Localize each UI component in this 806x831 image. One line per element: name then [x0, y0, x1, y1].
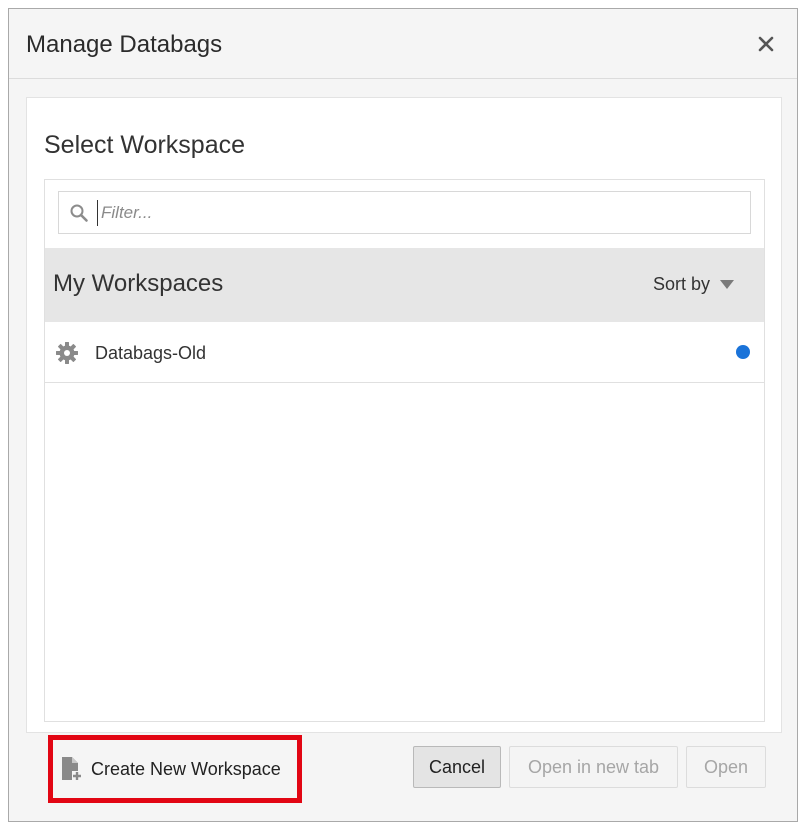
filter-input[interactable]	[97, 200, 737, 226]
cancel-button[interactable]: Cancel	[413, 746, 501, 788]
gear-icon	[56, 342, 78, 364]
manage-databags-dialog: Manage Databags Select Workspace My Work…	[8, 8, 798, 822]
close-button[interactable]	[755, 33, 777, 55]
dialog-title: Manage Databags	[26, 31, 223, 58]
workspace-list-panel: My Workspaces Sort by	[44, 179, 765, 722]
section-title: Select Workspace	[44, 131, 246, 159]
sort-by-label: Sort by	[652, 274, 710, 294]
group-title: My Workspaces	[53, 270, 224, 297]
filter-field[interactable]	[58, 191, 751, 234]
open-button[interactable]: Open	[686, 746, 766, 788]
open-in-new-tab-button[interactable]: Open in new tab	[509, 746, 678, 788]
new-document-icon	[62, 757, 82, 781]
sort-by-dropdown[interactable]: Sort by	[653, 274, 734, 295]
workspace-name: Databags-Old	[95, 343, 207, 363]
close-icon	[758, 36, 774, 52]
create-new-workspace-label: Create New Workspace	[91, 758, 281, 779]
search-icon	[70, 204, 88, 222]
chevron-down-icon	[720, 280, 734, 289]
dialog-header: Manage Databags	[9, 9, 797, 79]
create-new-workspace-button[interactable]: Create New Workspace	[48, 735, 302, 803]
status-dot	[736, 345, 750, 359]
workspace-group-header: My Workspaces Sort by	[45, 248, 764, 322]
workspace-row[interactable]: Databags-Old	[45, 322, 764, 383]
dialog-body: Select Workspace My Workspaces Sort by	[26, 97, 782, 733]
